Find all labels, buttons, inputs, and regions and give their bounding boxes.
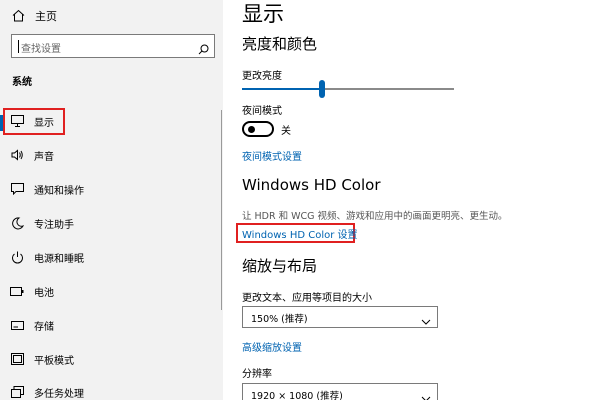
night-mode-settings-link[interactable]: 夜间模式设置 <box>242 148 302 163</box>
brightness-section-heading: 亮度和颜色 <box>242 35 318 53</box>
home-icon <box>12 7 25 26</box>
scale-label: 更改文本、应用等项目的大小 <box>242 293 372 304</box>
hd-color-settings-link[interactable]: Windows HD Color 设置 <box>242 226 358 241</box>
sidebar-item-power-sleep[interactable]: 电源和睡眠 <box>0 240 223 274</box>
search-caret <box>18 40 19 53</box>
scale-dropdown-value: 150% (推荐) <box>251 314 308 325</box>
hd-color-section-heading: Windows HD Color <box>242 176 381 194</box>
nav-home[interactable]: 主页 <box>12 6 57 26</box>
sidebar-item-label: 声音 <box>34 151 54 163</box>
power-icon <box>10 250 24 264</box>
notification-icon <box>10 182 24 196</box>
sidebar: 主页 查找设置 系统 显示 声音 通知和操作 专注助手 电源和睡眠 电池 存储 … <box>0 0 223 400</box>
sidebar-item-battery[interactable]: 电池 <box>0 274 223 308</box>
chevron-down-icon <box>421 312 431 331</box>
brightness-slider-filled[interactable] <box>242 88 322 90</box>
tablet-icon <box>10 352 24 366</box>
sidebar-scrollbar[interactable] <box>221 110 222 310</box>
sidebar-item-label: 电池 <box>34 287 54 299</box>
storage-icon <box>10 318 24 332</box>
page-title: 显示 <box>242 2 284 26</box>
search-input[interactable]: 查找设置 <box>11 34 215 58</box>
highlight-box-display <box>3 108 65 135</box>
sidebar-item-label: 平板模式 <box>34 355 74 367</box>
brightness-slider-track[interactable] <box>322 88 454 90</box>
speaker-icon <box>10 148 24 162</box>
brightness-slider-thumb[interactable] <box>319 80 325 98</box>
resolution-dropdown[interactable]: 1920 × 1080 (推荐) <box>242 383 438 400</box>
brightness-label: 更改亮度 <box>242 71 282 82</box>
battery-icon <box>10 284 24 298</box>
sidebar-item-multitasking[interactable]: 多任务处理 <box>0 375 223 400</box>
search-icon[interactable] <box>198 40 209 59</box>
resolution-dropdown-value: 1920 × 1080 (推荐) <box>251 391 343 400</box>
advanced-scaling-link[interactable]: 高级缩放设置 <box>242 339 302 354</box>
sidebar-item-label: 专注助手 <box>34 219 74 231</box>
search-placeholder: 查找设置 <box>21 44 61 55</box>
resolution-label: 分辨率 <box>242 369 272 380</box>
night-mode-state: 关 <box>281 126 291 137</box>
multitask-icon <box>10 385 24 399</box>
sidebar-item-notifications[interactable]: 通知和操作 <box>0 172 223 206</box>
sidebar-item-focus-assist[interactable]: 专注助手 <box>0 206 223 240</box>
toggle-knob <box>248 126 255 133</box>
sidebar-item-label: 存储 <box>34 321 54 333</box>
hd-color-description: 让 HDR 和 WCG 视频、游戏和应用中的画面更明亮、更生动。 <box>242 211 508 222</box>
sidebar-item-sound[interactable]: 声音 <box>0 138 223 172</box>
sidebar-item-label: 通知和操作 <box>34 185 84 197</box>
section-label-system: 系统 <box>12 77 32 88</box>
moon-icon <box>10 216 24 230</box>
sidebar-item-tablet-mode[interactable]: 平板模式 <box>0 342 223 376</box>
nav-home-label: 主页 <box>35 10 57 23</box>
night-mode-label: 夜间模式 <box>242 106 282 117</box>
main-panel: 显示 亮度和颜色 更改亮度 夜间模式 关 夜间模式设置 Windows HD C… <box>223 0 600 400</box>
night-mode-toggle[interactable] <box>242 121 274 137</box>
scale-section-heading: 缩放与布局 <box>242 257 318 275</box>
scale-dropdown[interactable]: 150% (推荐) <box>242 306 438 328</box>
sidebar-item-label: 多任务处理 <box>34 388 84 400</box>
chevron-down-icon <box>421 389 431 400</box>
sidebar-item-storage[interactable]: 存储 <box>0 308 223 342</box>
sidebar-item-label: 电源和睡眠 <box>34 253 84 265</box>
